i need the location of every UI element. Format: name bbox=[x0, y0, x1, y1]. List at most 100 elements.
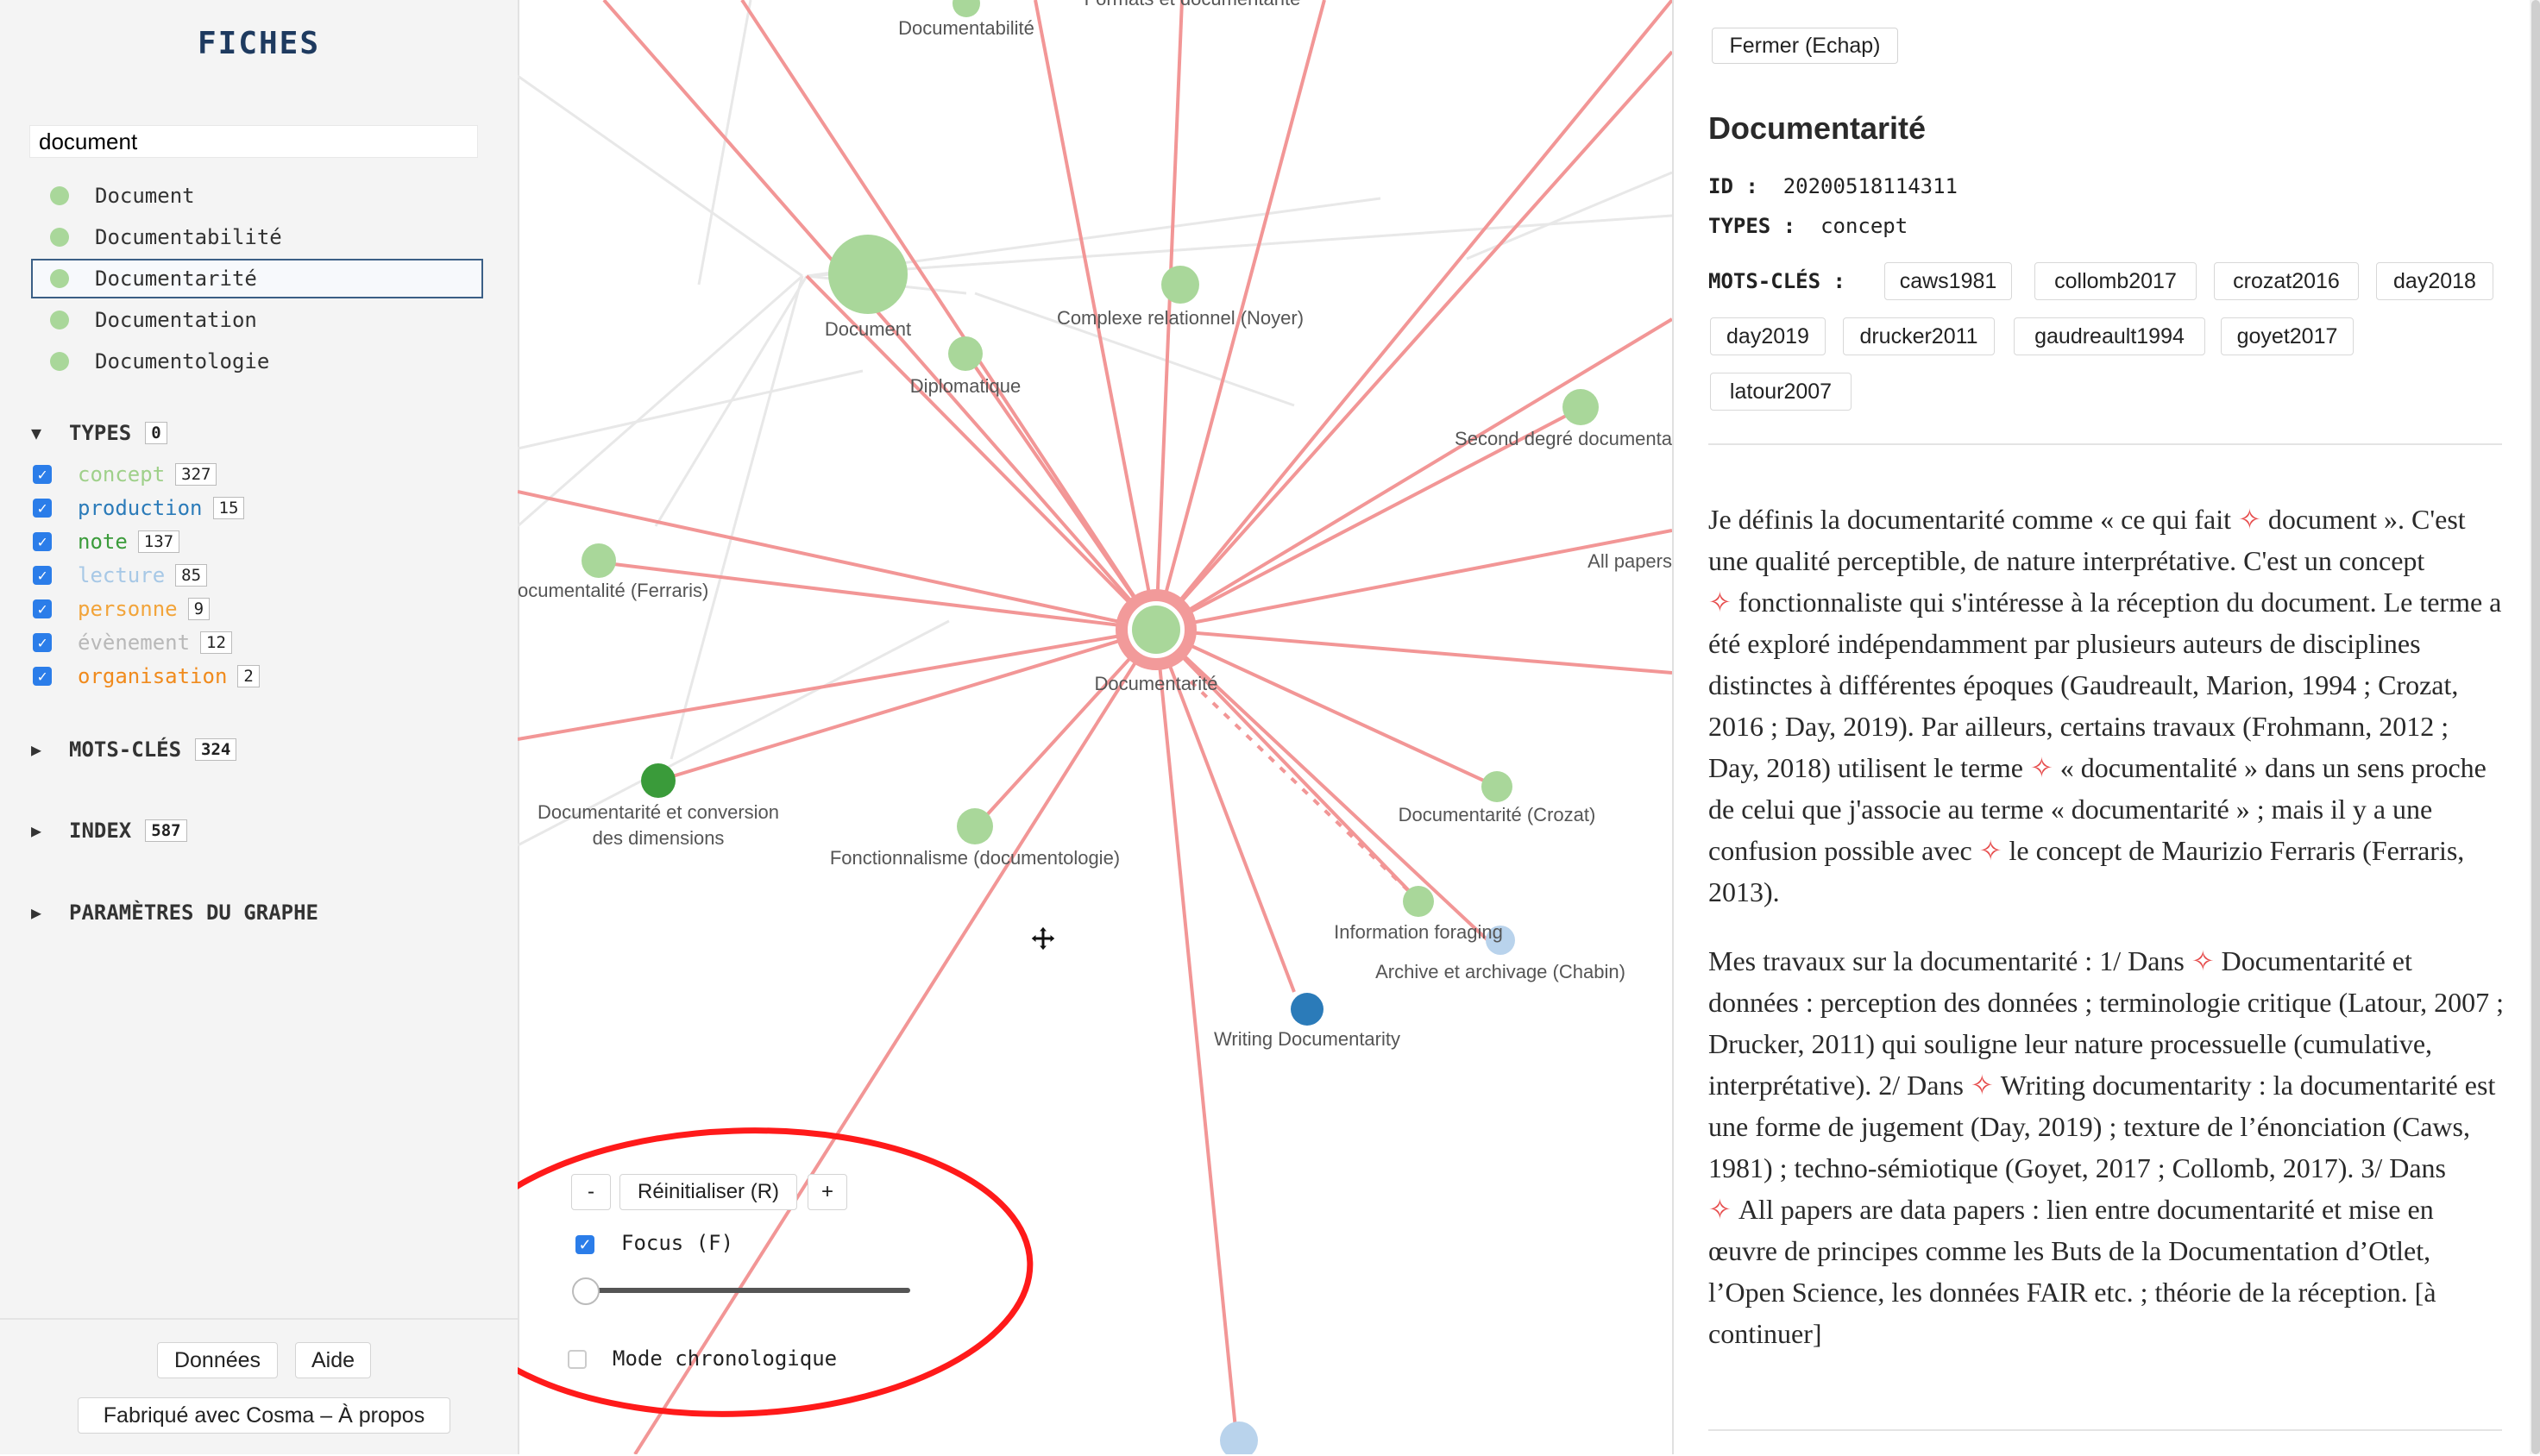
internal-link[interactable]: All papers are data papers bbox=[1738, 1194, 2025, 1225]
type-label: concept bbox=[78, 462, 166, 486]
id-label: ID : bbox=[1708, 174, 1758, 198]
type-count-badge: 137 bbox=[137, 530, 180, 553]
graph-params-section-toggle[interactable]: ▶ PARAMÈTRES DU GRAPHE bbox=[31, 901, 318, 925]
divider bbox=[1708, 443, 2502, 445]
focus-checkbox[interactable]: ✓ bbox=[575, 1235, 594, 1254]
search-result-label: Documentologie bbox=[95, 349, 270, 373]
checkbox-checked-icon[interactable]: ✓ bbox=[33, 667, 52, 686]
link-marker-icon: ✧ bbox=[1978, 835, 2002, 866]
type-filter-row[interactable]: ✓ organisation 2 bbox=[33, 664, 260, 688]
link-marker-icon: ✧ bbox=[1970, 1070, 1994, 1101]
graph-view[interactable]: Documentabilité Formats et documentarité… bbox=[518, 0, 1672, 1454]
keyword-tag[interactable]: goyet2017 bbox=[2221, 317, 2354, 355]
search-result[interactable]: Document bbox=[31, 176, 483, 216]
types-section-label: TYPES bbox=[69, 421, 132, 445]
search-result-selected[interactable]: Documentarité bbox=[31, 259, 483, 298]
index-section-toggle[interactable]: ▶ INDEX 587 bbox=[31, 819, 187, 843]
concept-dot-icon bbox=[50, 352, 69, 371]
record-title: Documentarité bbox=[1708, 110, 1927, 146]
graph-node[interactable] bbox=[957, 808, 993, 844]
types-section-toggle[interactable]: ▼ TYPES 0 bbox=[31, 421, 167, 445]
checkbox-checked-icon[interactable]: ✓ bbox=[33, 499, 52, 518]
types-label: TYPES : bbox=[1708, 214, 1796, 238]
search-result[interactable]: Documentation bbox=[31, 300, 483, 340]
graph-node[interactable] bbox=[1403, 886, 1434, 917]
search-result-label: Document bbox=[95, 184, 195, 208]
keyword-tag[interactable]: crozat2016 bbox=[2214, 262, 2359, 300]
triangle-right-icon: ▶ bbox=[31, 739, 42, 760]
node-label: Information foraging bbox=[1334, 921, 1503, 943]
keyword-tag[interactable]: caws1981 bbox=[1884, 262, 2012, 300]
graph-nodes[interactable] bbox=[582, 0, 1599, 1454]
about-link[interactable]: Fabriqué avec Cosma – À propos bbox=[78, 1397, 450, 1434]
internal-link[interactable]: document bbox=[2268, 504, 2377, 535]
internal-link[interactable]: Writing documentarity bbox=[2001, 1070, 2252, 1101]
search-result-label: Documentation bbox=[95, 308, 257, 332]
production-node[interactable] bbox=[1291, 993, 1323, 1026]
checkbox-checked-icon[interactable]: ✓ bbox=[33, 599, 52, 618]
dashed-edge bbox=[1189, 680, 1417, 899]
graph-node[interactable] bbox=[828, 235, 908, 314]
internal-link[interactable]: le concept de Maurizio Ferraris bbox=[2009, 835, 2356, 866]
chrono-mode-checkbox[interactable] bbox=[568, 1350, 587, 1369]
graph-node[interactable] bbox=[582, 543, 616, 578]
search-result-label: Documentabilité bbox=[95, 225, 282, 249]
help-button[interactable]: Aide bbox=[295, 1342, 371, 1378]
node-label: Fonctionnalisme (documentologie) bbox=[830, 847, 1120, 869]
keyword-tag[interactable]: gaudreault1994 bbox=[2014, 317, 2205, 355]
zoom-in-button[interactable]: + bbox=[808, 1174, 847, 1210]
keyword-tag[interactable]: day2019 bbox=[1710, 317, 1826, 355]
lecture-node[interactable] bbox=[1220, 1421, 1258, 1454]
node-label: Writing Documentarity bbox=[1214, 1028, 1400, 1050]
panel-scrollbar[interactable] bbox=[2530, 0, 2540, 1454]
node-label: Second degré documenta bbox=[1455, 428, 1672, 449]
checkbox-checked-icon[interactable]: ✓ bbox=[33, 566, 52, 585]
checkbox-checked-icon[interactable]: ✓ bbox=[33, 465, 52, 484]
zoom-out-button[interactable]: - bbox=[571, 1174, 611, 1210]
search-result[interactable]: Documentologie bbox=[31, 342, 483, 381]
index-count-badge: 587 bbox=[145, 819, 187, 842]
type-filter-row[interactable]: ✓ note 137 bbox=[33, 530, 180, 554]
note-node[interactable] bbox=[641, 763, 676, 798]
selected-node-core bbox=[1132, 606, 1180, 654]
concept-dot-icon bbox=[50, 269, 69, 288]
reset-zoom-button[interactable]: Réinitialiser (R) bbox=[619, 1174, 797, 1210]
type-filter-row[interactable]: ✓ production 15 bbox=[33, 496, 245, 520]
graph-node[interactable] bbox=[952, 0, 980, 17]
search-result[interactable]: Documentabilité bbox=[31, 217, 483, 257]
node-label: Archive et archivage (Chabin) bbox=[1375, 961, 1625, 982]
search-input[interactable] bbox=[29, 125, 478, 158]
type-label: personne bbox=[78, 597, 178, 621]
move-cursor-icon bbox=[1030, 926, 1056, 951]
link-marker-icon: ✧ bbox=[2238, 504, 2261, 535]
record-paragraph: Mes travaux sur la documentarité : 1/ Da… bbox=[1708, 945, 2505, 1349]
keyword-tag[interactable]: drucker2011 bbox=[1843, 317, 1995, 355]
keyword-tag[interactable]: latour2007 bbox=[1710, 373, 1852, 411]
type-filter-row[interactable]: ✓ lecture 85 bbox=[33, 563, 208, 587]
keywords-section-toggle[interactable]: ▶ MOTS-CLÉS 324 bbox=[31, 737, 237, 762]
graph-node[interactable] bbox=[1562, 389, 1599, 425]
link-marker-icon: ✧ bbox=[2191, 945, 2215, 976]
link-marker-icon: ✧ bbox=[1708, 1194, 1732, 1225]
node-label: Document bbox=[825, 318, 911, 340]
graph-node[interactable] bbox=[1481, 771, 1512, 802]
internal-link[interactable]: « documentalité » bbox=[2060, 752, 2258, 783]
node-label: Documentabilité bbox=[898, 17, 1034, 39]
internal-link[interactable]: fonctionnaliste bbox=[1738, 587, 1902, 618]
type-filter-row[interactable]: ✓ personne 9 bbox=[33, 597, 211, 621]
close-button[interactable]: Fermer (Echap) bbox=[1712, 28, 1898, 64]
keyword-tag[interactable]: day2018 bbox=[2376, 262, 2493, 300]
checkbox-checked-icon[interactable]: ✓ bbox=[33, 633, 52, 652]
graph-node[interactable] bbox=[1161, 266, 1199, 304]
node-label: Documentarité et conversion bbox=[538, 801, 779, 823]
data-button[interactable]: Données bbox=[157, 1342, 278, 1378]
focus-slider-thumb[interactable] bbox=[572, 1277, 600, 1305]
types-value: concept bbox=[1820, 214, 1908, 238]
id-value: 20200518114311 bbox=[1782, 174, 1958, 198]
type-filter-row[interactable]: ✓ évènement 12 bbox=[33, 631, 232, 655]
graph-node[interactable] bbox=[948, 336, 983, 371]
panel-scrollbar-thumb[interactable] bbox=[2531, 0, 2540, 1454]
keyword-tag[interactable]: collomb2017 bbox=[2034, 262, 2197, 300]
checkbox-checked-icon[interactable]: ✓ bbox=[33, 532, 52, 551]
type-filter-row[interactable]: ✓ concept 327 bbox=[33, 462, 217, 486]
